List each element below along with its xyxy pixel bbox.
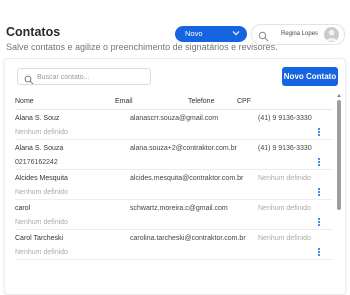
- page-title: Contatos: [6, 25, 61, 39]
- search-box: [17, 68, 151, 85]
- contact-phone: Nenhum definido: [258, 205, 311, 212]
- table-row[interactable]: Alcides Mesquita alcides.mesquita@contra…: [15, 170, 333, 200]
- contact-cpf: Nenhum definido: [15, 249, 68, 256]
- new-dropdown[interactable]: Novo: [175, 26, 247, 42]
- contact-email: carolina.tarcheski@contraktor.com.br: [130, 235, 246, 242]
- table-row[interactable]: Alana S. Souz alanascrr.souza@gmail.com …: [15, 110, 333, 140]
- scrollbar-thumb[interactable]: [337, 100, 341, 210]
- contact-name: Alana S. Souz: [15, 115, 60, 122]
- more-options-icon[interactable]: [317, 128, 321, 137]
- contact-phone: Nenhum definido: [258, 235, 311, 242]
- search-icon[interactable]: [258, 29, 269, 47]
- column-header-phone[interactable]: Telefone: [188, 98, 214, 105]
- table-row[interactable]: carol schwartz.moreira.c@gmail.com Nenhu…: [15, 200, 333, 230]
- search-icon: [24, 72, 34, 90]
- search-input[interactable]: [37, 71, 145, 83]
- contact-email: schwartz.moreira.c@gmail.com: [130, 205, 228, 212]
- contact-phone: (41) 9 9136-3330: [258, 145, 312, 152]
- new-contact-button[interactable]: Novo Contato: [282, 67, 338, 86]
- contact-name: Alcides Mesquita: [15, 175, 68, 182]
- contact-email: alcides.mesquita@contraktor.com.br: [130, 175, 244, 182]
- user-name: Regina Lopes: [281, 31, 319, 37]
- contact-email: alanascrr.souza@gmail.com: [130, 115, 219, 122]
- contact-phone: (41) 9 9136-3330: [258, 115, 312, 122]
- scroll-up-arrow[interactable]: [337, 94, 341, 97]
- column-header-cpf[interactable]: CPF: [237, 98, 251, 105]
- more-options-icon[interactable]: [317, 248, 321, 257]
- contact-cpf: Nenhum definido: [15, 219, 68, 226]
- column-header-name[interactable]: Nome: [15, 98, 34, 105]
- more-options-icon[interactable]: [317, 218, 321, 227]
- contact-phone: Nenhum definido: [258, 175, 311, 182]
- user-avatar-icon[interactable]: [324, 27, 339, 42]
- column-header-email[interactable]: Email: [115, 98, 133, 105]
- contacts-card: Novo Contato Nome Email Telefone CPF Ala…: [4, 58, 346, 295]
- contact-name: Alana S. Souza: [15, 145, 64, 152]
- more-options-icon[interactable]: [317, 188, 321, 197]
- contact-name: carol: [15, 205, 31, 212]
- contact-cpf: Nenhum definido: [15, 189, 68, 196]
- user-menu[interactable]: Regina Lopes: [251, 24, 345, 45]
- contacts-table: Nome Email Telefone CPF Alana S. Souz al…: [15, 95, 333, 260]
- more-options-icon[interactable]: [317, 158, 321, 167]
- new-dropdown-label: Novo: [185, 29, 203, 38]
- table-scrollbar[interactable]: [337, 94, 341, 294]
- table-row[interactable]: Carol Tarcheski carolina.tarcheski@contr…: [15, 230, 333, 260]
- table-header: Nome Email Telefone CPF: [15, 95, 333, 110]
- table-row[interactable]: Alana S. Souza alana.souza+2@contraktor.…: [15, 140, 333, 170]
- contact-email: alana.souza+2@contraktor.com.br: [130, 145, 237, 152]
- contact-cpf: 02176162242: [15, 159, 58, 166]
- chevron-down-icon: [232, 29, 240, 39]
- page-header: Contatos Salve contatos e agilize o pree…: [0, 0, 350, 58]
- page-subtitle: Salve contatos e agilize o preenchimento…: [6, 42, 278, 52]
- contact-name: Carol Tarcheski: [15, 235, 64, 242]
- contact-cpf: Nenhum definido: [15, 129, 68, 136]
